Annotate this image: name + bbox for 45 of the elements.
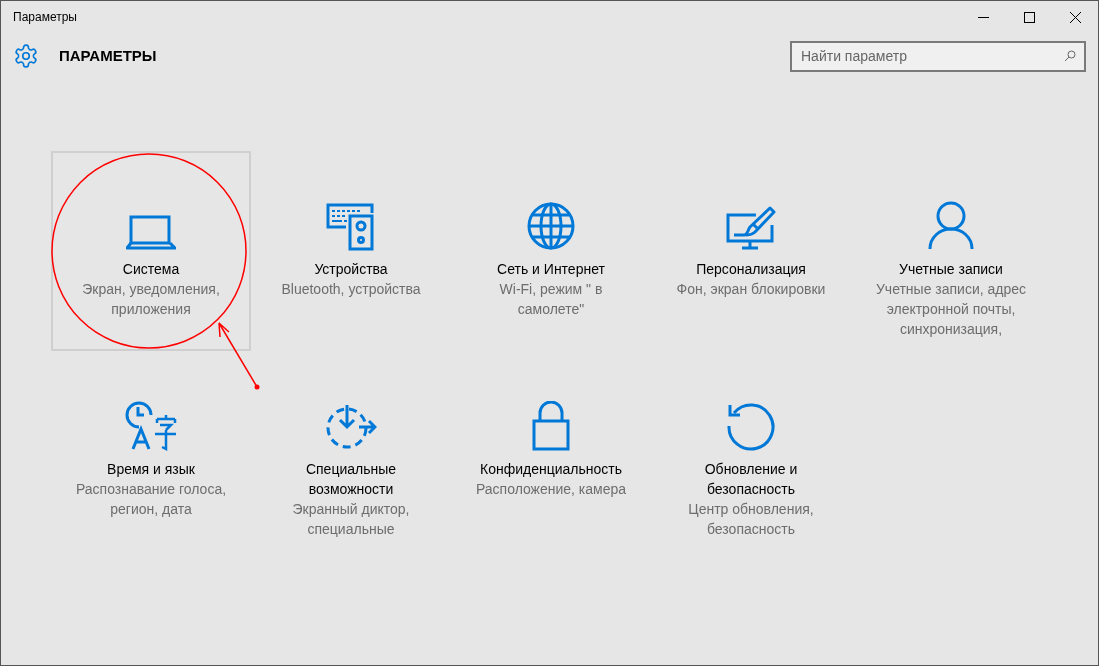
laptop-icon xyxy=(126,215,176,251)
tile-title: Специальные возможности xyxy=(304,460,398,499)
settings-tile[interactable]: Устройства Bluetooth, устройства xyxy=(251,151,451,351)
close-icon xyxy=(1069,11,1081,23)
tile-title: Система xyxy=(122,260,180,279)
tile-title: Сеть и Интернет xyxy=(497,260,605,279)
tile-description: Фон, экран блокировки xyxy=(676,280,826,299)
settings-icon xyxy=(13,43,39,69)
annotation-arrow xyxy=(218,322,260,390)
tile-description: Учетные записи, адрес электронной почты, синхронизация, xyxy=(874,280,1028,339)
padlock-icon xyxy=(531,401,571,451)
maximize-icon xyxy=(1023,11,1035,23)
tile-description: Центр обновления, безопасность xyxy=(687,500,815,539)
tile-title: Учетные записи xyxy=(899,260,1003,279)
monitor-brush-icon xyxy=(726,205,776,251)
settings-tile[interactable]: Время и язык Распознавание голоса, регион, дата xyxy=(51,351,251,546)
minimize-icon xyxy=(977,16,989,18)
settings-tile[interactable]: Персонализация Фон, экран блокировки xyxy=(651,151,851,351)
tile-title: Устройства xyxy=(314,260,388,279)
tile-description: Распознавание голоса, регион, дата xyxy=(74,480,228,519)
search-icon xyxy=(1064,49,1076,62)
page-heading: ПАРАМЕТРЫ xyxy=(59,45,157,66)
clock-language-icon xyxy=(125,401,177,451)
settings-tile[interactable]: Обновление и безопасность Центр обновления, безопасность xyxy=(651,351,851,546)
tile-title: Время и язык xyxy=(107,460,195,479)
window-title: Параметры xyxy=(13,9,77,26)
tile-description: Экран, уведомления, приложения xyxy=(81,280,221,319)
settings-tile[interactable]: Сеть и Интернет Wi-Fi, режим " в самолете" xyxy=(451,151,651,351)
globe-icon xyxy=(526,201,576,251)
search-field[interactable]: Найти параметр xyxy=(790,40,1086,72)
settings-tile[interactable]: Учетные записи Учетные записи, адрес электронной почты, синхронизация, xyxy=(851,151,1051,351)
tile-description: Wi-Fi, режим " в самолете" xyxy=(498,280,604,319)
settings-tile[interactable]: Специальные возможности Экранный диктор, специальные xyxy=(251,351,451,546)
tile-description: Расположение, камера xyxy=(475,480,627,499)
tile-description: Bluetooth, устройства xyxy=(281,280,421,299)
settings-tile[interactable]: Конфиденциальность Расположение, камера xyxy=(451,351,651,546)
dashed-circle-arrow-icon xyxy=(325,403,377,451)
keyboard-speaker-icon xyxy=(326,203,376,251)
tile-title: Обновление и безопасность xyxy=(703,460,799,499)
circular-arrow-icon xyxy=(726,401,776,451)
tile-description: Экранный диктор, специальные xyxy=(291,500,411,539)
tile-title: Персонализация xyxy=(696,260,806,279)
tile-title: Конфиденциальность xyxy=(480,460,622,479)
settings-tile[interactable]: Система Экран, уведомления, приложения xyxy=(51,151,251,351)
person-icon xyxy=(928,201,974,251)
